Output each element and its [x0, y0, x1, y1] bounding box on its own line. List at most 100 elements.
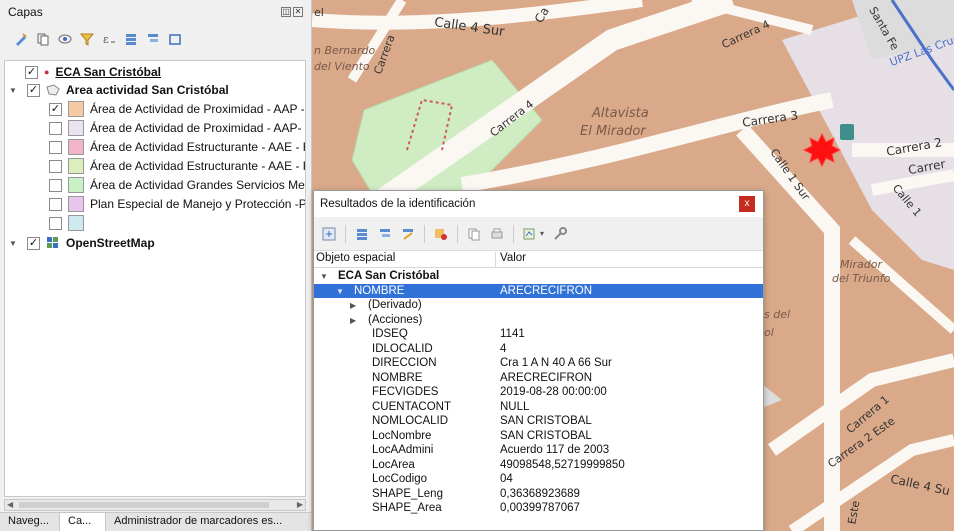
attribute-row[interactable]: LocAAdmini Acuerdo 117 de 2003 — [314, 443, 763, 458]
attribute-field: NOMBRE — [372, 371, 423, 384]
filter-icon[interactable] — [80, 32, 94, 46]
attribute-row[interactable]: LocArea 49098548,52719999850 — [314, 458, 763, 473]
style-icon[interactable] — [14, 32, 28, 46]
expand-tree-icon[interactable] — [322, 227, 336, 241]
clear-results-icon[interactable] — [401, 227, 415, 241]
attribute-row[interactable]: CUENTACONT NULL — [314, 400, 763, 415]
category-checkbox[interactable]: ✓ — [49, 102, 62, 116]
attribute-value: SAN CRISTOBAL — [500, 429, 592, 442]
attribute-row[interactable]: NOMBRE ARECRECIFRON — [314, 371, 763, 386]
result-group-row[interactable]: ▶ (Acciones) — [314, 313, 763, 328]
layer-checkbox[interactable]: ✓ — [25, 65, 38, 79]
expand-all-icon[interactable] — [124, 32, 138, 46]
category-swatch — [68, 196, 84, 212]
category-swatch — [68, 101, 84, 117]
point-symbol-icon: ● — [44, 67, 50, 77]
category-label: Área de Actividad de Proximidad - AAP - … — [90, 102, 306, 116]
collapse-arrow-icon[interactable]: ▼ — [320, 270, 332, 284]
attribute-row[interactable]: IDSEQ 1141 — [314, 327, 763, 342]
attribute-field: LocCodigo — [372, 473, 427, 485]
expression-filter-icon[interactable]: ε — [102, 32, 116, 46]
result-group-row[interactable]: ▶ (Derivado) — [314, 298, 763, 313]
identify-results-dialog: Resultados de la identificación x ▾ Obje… — [313, 190, 764, 531]
attribute-value: 04 — [500, 473, 513, 485]
category-checkbox[interactable] — [49, 121, 62, 135]
attribute-field: FECVIGDES — [372, 386, 439, 398]
tab-navegador[interactable]: Naveg... — [0, 513, 60, 531]
layer-group-area-actividad[interactable]: ▼ ✓ Area actividad San Cristóbal — [9, 81, 229, 99]
close-button[interactable]: x — [739, 196, 755, 212]
collapse-arrow-icon[interactable]: ▼ — [9, 239, 21, 248]
category-checkbox[interactable] — [49, 159, 62, 173]
category-item[interactable] — [49, 214, 90, 232]
attribute-row[interactable]: NOMLOCALID SAN CRISTOBAL — [314, 414, 763, 429]
scrollbar-thumb[interactable] — [19, 502, 269, 508]
category-swatch — [68, 215, 84, 231]
attribute-value: Acuerdo 117 de 2003 — [500, 444, 610, 456]
category-checkbox[interactable] — [49, 140, 62, 154]
category-swatch — [68, 158, 84, 174]
layer-item-eca[interactable]: ✓ ● ECA San Cristóbal — [25, 63, 161, 81]
copy-icon[interactable] — [467, 227, 481, 241]
layer-checkbox[interactable]: ✓ — [27, 83, 40, 97]
attribute-row[interactable]: IDLOCALID 4 — [314, 342, 763, 357]
category-checkbox[interactable] — [49, 216, 62, 230]
category-label: Área de Actividad Estructurante - AAE - … — [90, 140, 306, 154]
expand-arrow-icon[interactable]: ▶ — [350, 299, 362, 313]
category-item[interactable]: Plan Especial de Manejo y Protección -PE… — [49, 195, 305, 213]
attribute-row[interactable]: DIRECCION Cra 1 A N 40 A 66 Sur — [314, 356, 763, 371]
collapse-tree-icon[interactable] — [355, 227, 369, 241]
view-mode-icon[interactable] — [523, 227, 537, 241]
attribute-row[interactable]: LocNombre SAN CRISTOBAL — [314, 429, 763, 444]
collapse-arrow-icon[interactable]: ▼ — [9, 86, 21, 95]
layer-checkbox[interactable]: ✓ — [27, 236, 40, 250]
layer-tree-scrollbar[interactable]: ◀ ▶ — [4, 499, 306, 511]
scroll-left-icon[interactable]: ◀ — [7, 500, 13, 509]
category-checkbox[interactable] — [49, 178, 62, 192]
attribute-value: 1141 — [500, 328, 525, 340]
attribute-value: 0,00399787067 — [500, 502, 580, 514]
dialog-titlebar[interactable]: Resultados de la identificación x — [314, 191, 763, 217]
feature-field: NOMBRE — [354, 284, 405, 297]
column-header-value[interactable]: Valor — [496, 252, 526, 267]
attribute-field: LocNombre — [372, 429, 432, 442]
dropdown-arrow-icon[interactable]: ▾ — [540, 229, 544, 238]
layer-item-openstreetmap[interactable]: ▼ ✓ OpenStreetMap — [9, 234, 155, 252]
collapse-arrow-icon[interactable]: ▼ — [336, 285, 348, 299]
settings-icon[interactable] — [553, 226, 568, 241]
close-icon[interactable]: ✕ — [293, 7, 303, 17]
tab-capas[interactable]: Ca... — [60, 513, 106, 531]
tab-marcadores[interactable]: Administrador de marcadores es... — [106, 513, 312, 531]
expand-new-icon[interactable] — [378, 227, 392, 241]
category-item[interactable]: Área de Actividad Estructurante - AAE - … — [49, 138, 306, 156]
layer-label: ECA San Cristóbal — [55, 65, 162, 79]
attribute-row[interactable]: SHAPE_Leng 0,36368923689 — [314, 487, 763, 502]
attribute-value: 4 — [500, 342, 507, 355]
result-layer-row[interactable]: ▼ ECA San Cristóbal — [314, 269, 763, 284]
category-item[interactable]: Área de Actividad de Proximidad - AAP- G — [49, 119, 305, 137]
category-label: Área de Actividad Grandes Servicios Metr… — [90, 178, 306, 192]
attribute-row[interactable]: FECVIGDES 2019-08-28 00:00:00 — [314, 385, 763, 400]
expand-arrow-icon[interactable]: ▶ — [350, 314, 362, 328]
remove-layer-icon[interactable] — [168, 32, 182, 46]
column-header-feature[interactable]: Objeto espacial — [314, 252, 496, 267]
layers-panel-title: Capas — [8, 5, 43, 19]
highlight-icon[interactable] — [434, 227, 448, 241]
collapse-all-icon[interactable] — [146, 32, 160, 46]
category-item[interactable]: Área de Actividad Grandes Servicios Metr… — [49, 176, 306, 194]
category-item[interactable]: ✓ Área de Actividad de Proximidad - AAP … — [49, 100, 306, 118]
visibility-icon[interactable] — [58, 32, 72, 46]
print-icon[interactable] — [490, 227, 504, 241]
scroll-right-icon[interactable]: ▶ — [297, 500, 303, 509]
attribute-row[interactable]: LocCodigo 04 — [314, 472, 763, 487]
attribute-row[interactable]: SHAPE_Area 0,00399787067 — [314, 501, 763, 516]
layer-label: Area actividad San Cristóbal — [66, 83, 229, 97]
result-feature-row[interactable]: ▼ NOMBRE ARECRECIFRON — [314, 283, 763, 299]
raster-layer-icon — [47, 237, 58, 248]
feature-value: ARECRECIFRON — [500, 284, 593, 297]
attribute-field: NOMLOCALID — [372, 415, 449, 427]
add-group-icon[interactable] — [36, 32, 50, 46]
restore-icon[interactable]: ◫ — [281, 7, 291, 17]
category-item[interactable]: Área de Actividad Estructurante - AAE - … — [49, 157, 305, 175]
category-checkbox[interactable] — [49, 197, 62, 211]
